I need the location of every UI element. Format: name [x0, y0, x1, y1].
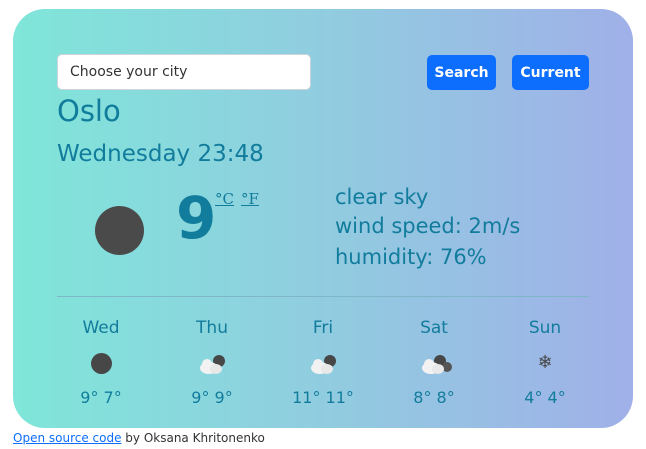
current-datetime: Wednesday 23:48 [57, 141, 264, 167]
clear-night-moon-icon [95, 206, 144, 255]
source-code-link[interactable]: Open source code [13, 431, 121, 445]
clear-night-icon [61, 352, 141, 376]
forecast-day-name: Wed [82, 318, 120, 338]
celsius-link[interactable]: °C [215, 190, 234, 208]
snowflake-icon: ❄ [537, 352, 553, 373]
divider [57, 296, 589, 297]
author-byline: by Oksana Khritonenko [121, 431, 265, 445]
partly-cloudy-night-icon [283, 352, 363, 376]
weather-description: clear sky [335, 185, 429, 209]
partly-cloudy-night-icon [172, 352, 252, 376]
forecast-day-name: Sat [420, 318, 448, 338]
forecast-temps: 8° 8° [413, 388, 455, 407]
fahrenheit-link[interactable]: °F [241, 190, 259, 208]
cloudy-night-icon [394, 352, 474, 376]
current-temperature: 9 [176, 184, 217, 252]
search-button[interactable]: Search [427, 55, 496, 90]
humidity: humidity: 76% [335, 245, 487, 269]
city-name: Oslo [57, 94, 121, 128]
footer: Open source code by Oksana Khritonenko [13, 431, 265, 445]
forecast-temps: 9° 9° [191, 388, 233, 407]
forecast-temps: 9° 7° [80, 388, 122, 407]
forecast-day-name: Thu [196, 318, 228, 338]
forecast-day-name: Fri [312, 318, 334, 338]
forecast-temps: 4° 4° [524, 388, 566, 407]
city-search-input[interactable] [57, 54, 311, 90]
wind-speed: wind speed: 2m/s [335, 214, 521, 238]
forecast-day-name: Sun [528, 318, 562, 338]
current-location-button[interactable]: Current [512, 55, 589, 90]
forecast-temps: 11° 11° [292, 388, 354, 407]
